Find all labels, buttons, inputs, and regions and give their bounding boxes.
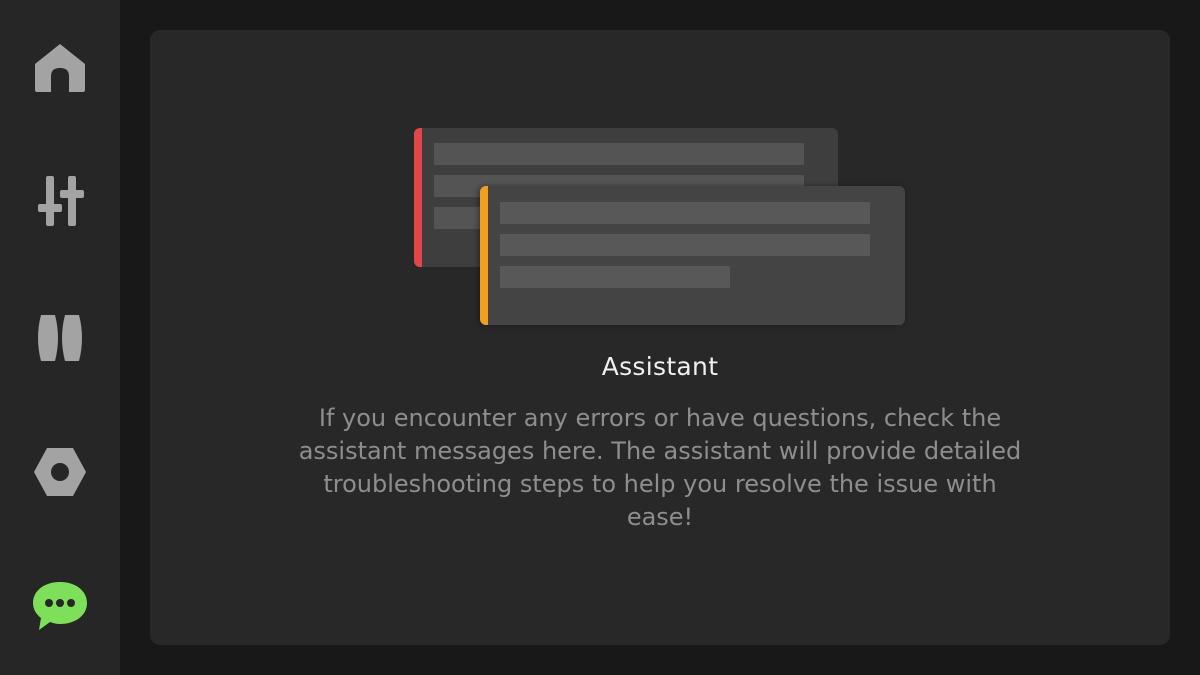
- placeholder-line: [500, 266, 730, 288]
- app-window: Assistant If you encounter any errors or…: [0, 0, 1200, 675]
- assistant-panel: Assistant If you encounter any errors or…: [150, 30, 1170, 645]
- nav-adjustments[interactable]: [20, 162, 100, 242]
- sidebar: [0, 0, 120, 675]
- sliders-icon: [38, 176, 84, 226]
- panel-description: If you encounter any errors or have ques…: [298, 404, 1022, 531]
- placeholder-line: [500, 202, 870, 224]
- placeholder-line: [434, 143, 804, 165]
- placeholder-line: [500, 234, 870, 256]
- warning-accent-bar: [480, 186, 488, 325]
- nav-rollers[interactable]: [20, 298, 100, 378]
- error-accent-bar: [414, 128, 422, 267]
- home-icon: [35, 44, 85, 92]
- assistant-illustration: [414, 128, 906, 326]
- rollers-icon: [38, 315, 82, 361]
- nav-assistant[interactable]: [20, 566, 100, 646]
- panel-title: Assistant: [601, 352, 719, 381]
- nav-home[interactable]: [20, 28, 100, 108]
- hex-nut-icon: [34, 448, 86, 496]
- nav-settings[interactable]: [20, 432, 100, 512]
- chat-bubble-icon: [33, 582, 87, 630]
- warning-message-card: [480, 186, 905, 325]
